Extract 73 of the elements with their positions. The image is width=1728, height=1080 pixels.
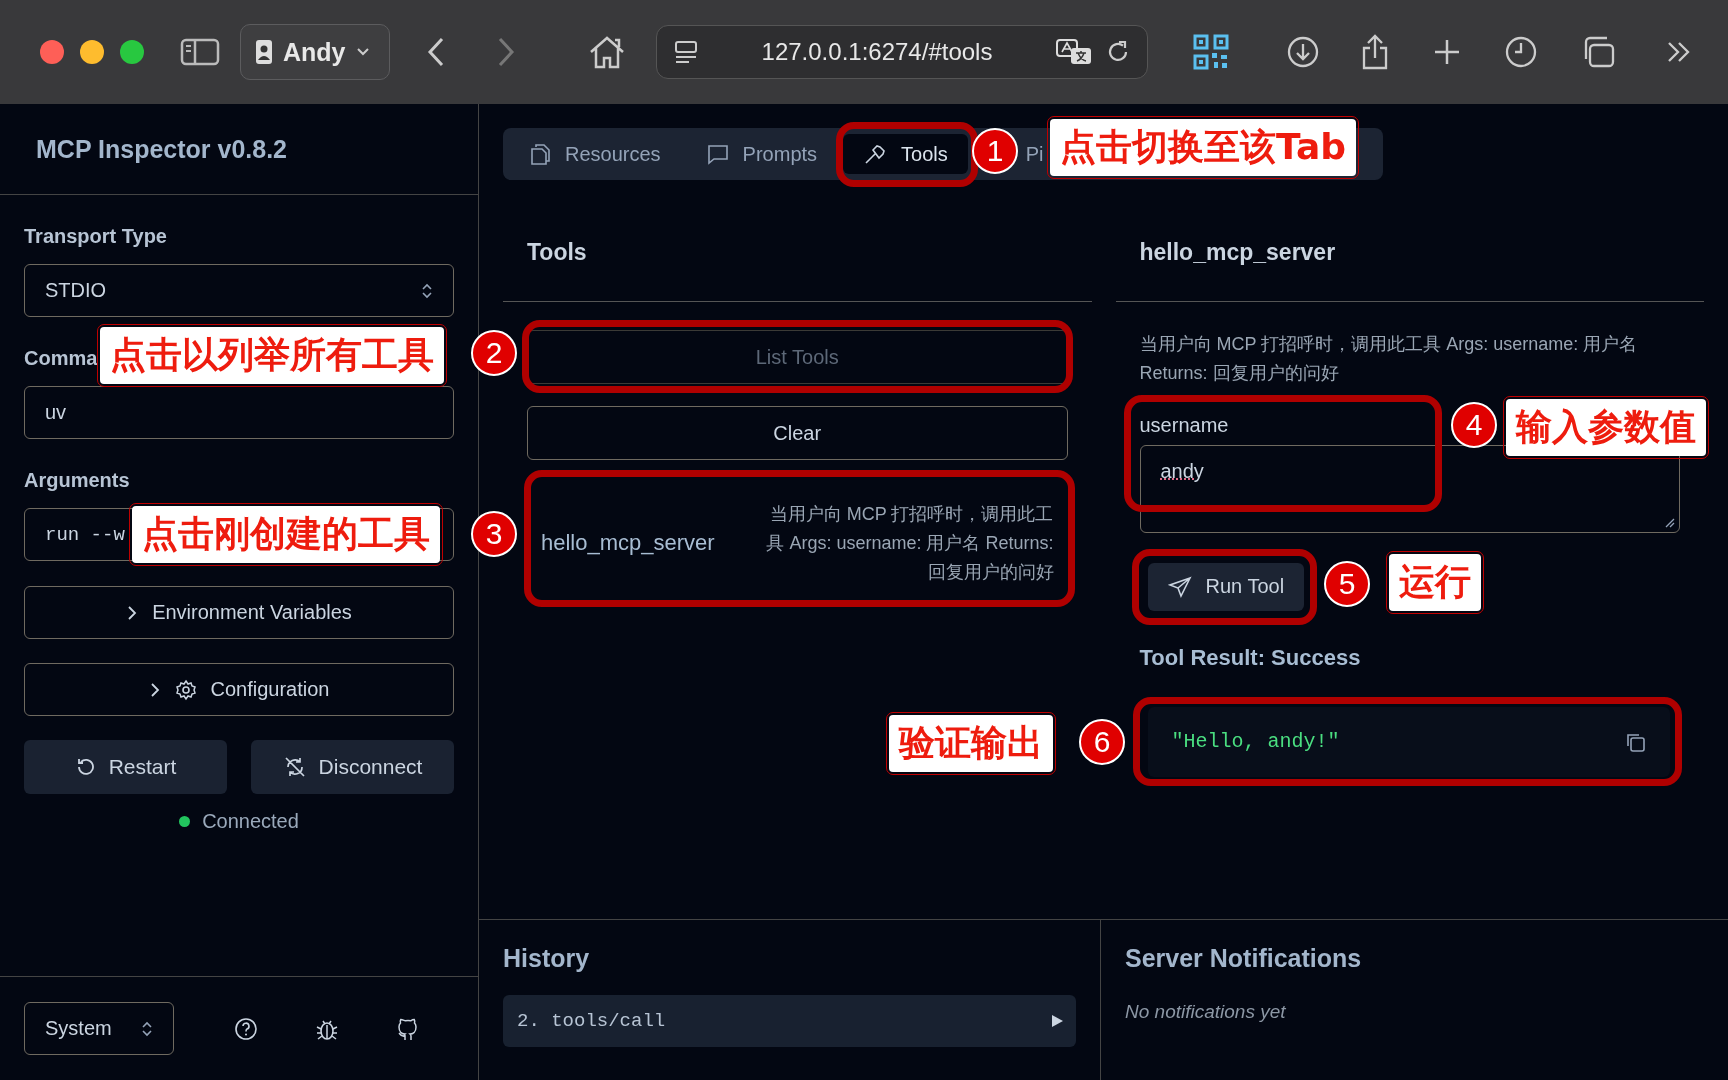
run-tool-button[interactable]: Run Tool bbox=[1147, 562, 1305, 611]
hammer-icon bbox=[863, 142, 888, 166]
tool-description: 当用户向 MCP 打招呼时，调用此工具 Args: username: 用户名 Returns: 回复用户的问好 bbox=[1139, 333, 1639, 385]
zoom-window-button[interactable] bbox=[120, 40, 144, 64]
sidebar-icon[interactable] bbox=[180, 37, 220, 67]
history-icon[interactable] bbox=[1504, 35, 1538, 69]
new-tab-icon[interactable] bbox=[1432, 37, 1462, 67]
tab[interactable]: Tools bbox=[843, 134, 968, 174]
configuration-button[interactable]: Configuration bbox=[24, 663, 454, 716]
restart-button[interactable]: Restart bbox=[24, 740, 227, 794]
disconnect-icon bbox=[282, 755, 307, 779]
tab[interactable]: Prompts bbox=[686, 134, 838, 174]
step-number-badge: 2 bbox=[471, 330, 517, 376]
url-text: 127.0.0.1:6274/#tools bbox=[760, 38, 994, 66]
tools-heading: Tools bbox=[527, 239, 587, 266]
files-icon bbox=[529, 142, 551, 166]
callout-tooltip: 点击切换至该Tab bbox=[1050, 119, 1356, 176]
clear-button[interactable]: Clear bbox=[527, 406, 1068, 460]
help-icon[interactable] bbox=[234, 1016, 258, 1041]
step-number-badge: 4 bbox=[1451, 402, 1497, 448]
connection-status: Connected bbox=[202, 810, 299, 833]
tab[interactable]: Pi bbox=[1023, 134, 1046, 174]
qr-code-icon[interactable] bbox=[1192, 33, 1230, 71]
close-window-button[interactable] bbox=[40, 40, 64, 64]
tool-description: 当用户向 MCP 打招呼时，调用此工具 Args: username: 用户名 Returns: 回复用户的问好 bbox=[765, 503, 1054, 584]
command-label: Comma bbox=[24, 347, 98, 370]
gear-icon bbox=[174, 678, 197, 701]
notifications-heading: Server Notifications bbox=[1125, 944, 1363, 973]
transport-select[interactable]: STDIO bbox=[24, 264, 454, 317]
updown-chevron-icon bbox=[141, 1019, 153, 1038]
chevron-right-icon bbox=[126, 603, 139, 622]
tool-heading: hello_mcp_server bbox=[1139, 239, 1336, 266]
parameter-label: username bbox=[1139, 413, 1229, 437]
double-chevron-icon[interactable] bbox=[1666, 40, 1692, 64]
step-number-badge: 6 bbox=[1079, 719, 1125, 765]
page-icon bbox=[673, 39, 699, 65]
result-heading: Tool Result: Success bbox=[1139, 644, 1361, 671]
tab[interactable]: Resources bbox=[509, 134, 681, 174]
callout-tooltip: 点击刚创建的工具 bbox=[132, 506, 440, 563]
step-number-badge: 5 bbox=[1324, 561, 1370, 607]
transport-type-label: Transport Type bbox=[24, 225, 167, 248]
callout-tooltip: 运行 bbox=[1389, 554, 1481, 611]
chevron-right-icon bbox=[148, 680, 161, 699]
environment-variables-button[interactable]: Environment Variables bbox=[24, 586, 454, 639]
step-number-badge: 3 bbox=[471, 511, 517, 557]
translate-icon[interactable] bbox=[1055, 37, 1093, 67]
disconnect-button[interactable]: Disconnect bbox=[251, 740, 454, 794]
back-icon[interactable] bbox=[426, 36, 446, 68]
share-icon[interactable] bbox=[1360, 33, 1390, 71]
history-heading: History bbox=[503, 944, 591, 973]
send-icon bbox=[1167, 575, 1192, 598]
history-item[interactable]: 2. tools/call bbox=[503, 995, 1076, 1047]
empty-notifications-text: No notifications yet bbox=[1125, 1001, 1287, 1023]
arguments-label: Arguments bbox=[24, 469, 130, 492]
minimize-window-button[interactable] bbox=[80, 40, 104, 64]
tool-list-item[interactable]: hello_mcp_server 当用户向 MCP 打招呼时，调用此工具 Args: username: 用户名 Returns: 回复用户的问好 bbox=[527, 482, 1068, 605]
home-icon[interactable] bbox=[588, 35, 626, 69]
app-title: MCP Inspector v0.8.2 bbox=[36, 134, 288, 164]
tool-name: hello_mcp_server bbox=[541, 530, 715, 557]
download-icon[interactable] bbox=[1286, 35, 1320, 69]
profile-button[interactable]: Andy bbox=[240, 24, 390, 80]
address-bar[interactable]: 127.0.0.1:6274/#tools bbox=[656, 25, 1148, 79]
chat-icon bbox=[706, 143, 729, 165]
callout-tooltip: 点击以列举所有工具 bbox=[100, 327, 444, 384]
play-icon bbox=[1050, 1013, 1064, 1029]
chevron-down-icon bbox=[355, 47, 370, 57]
forward-icon[interactable] bbox=[496, 36, 516, 68]
person-badge-icon bbox=[255, 39, 273, 65]
updown-chevron-icon bbox=[421, 281, 433, 300]
callout-tooltip: 输入参数值 bbox=[1506, 399, 1706, 456]
theme-select[interactable]: System bbox=[24, 1002, 174, 1055]
result-text: "Hello, andy!" bbox=[1171, 730, 1340, 754]
callout-tooltip: 验证输出 bbox=[889, 715, 1053, 772]
